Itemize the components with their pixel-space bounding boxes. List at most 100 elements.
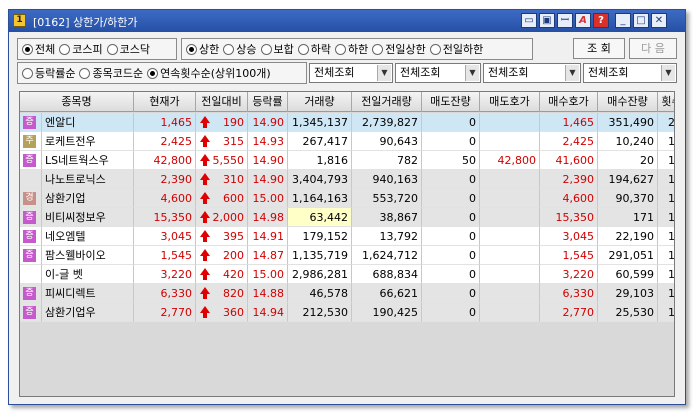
badge-cell	[20, 170, 42, 189]
cell-text: 2,390	[160, 173, 193, 186]
radio-market-all[interactable]: 전체	[22, 41, 55, 57]
radio-market-kospi[interactable]: 코스피	[59, 41, 103, 57]
cell-ask-price	[480, 303, 540, 322]
cell-change-rate: 14.94	[248, 303, 288, 322]
header-consecutive-count[interactable]: 횟수	[658, 92, 674, 112]
badge-cell: 증	[20, 151, 42, 170]
radio-price-flat[interactable]: 보합	[260, 41, 294, 57]
query-button[interactable]: 조 회	[573, 38, 625, 59]
minimize-icon[interactable]: _	[615, 13, 631, 28]
cell-bid-price: 3,220	[540, 265, 598, 284]
radio-price-lower[interactable]: 하한	[335, 41, 368, 57]
cell-current-price: 42,800	[134, 151, 196, 170]
cell-volume: 1,135,719	[288, 246, 352, 265]
cell-text: 14.98	[252, 211, 285, 224]
cell-bid-quantity: 291,051	[598, 246, 658, 265]
help-icon[interactable]: ?	[593, 13, 609, 28]
header-stock-name[interactable]: 종목명	[20, 92, 134, 112]
cell-change-rate: 14.91	[248, 227, 288, 246]
cell-change: 820	[196, 284, 248, 303]
radio-sort-rate[interactable]: 등락률순	[22, 65, 75, 81]
table-row[interactable]: 경 삼환기업 4,600 600 15.00 1,164,163 553,720 0 4,600…	[20, 189, 674, 208]
stock-status-badge: 경	[23, 192, 36, 205]
cell-text: 2,425	[562, 135, 595, 148]
radio-prev-upper[interactable]: 전일상한	[372, 41, 426, 57]
cell-bid-quantity: 351,490	[598, 113, 658, 132]
header-ask-price[interactable]: 매도호가	[480, 92, 540, 112]
cell-text: 3,220	[562, 268, 595, 281]
cell-text: 42,800	[497, 154, 537, 167]
table-row[interactable]: 증 팜스웰바이오 1,545 200 14.87 1,135,719 1,624,712 0 1…	[20, 246, 674, 265]
table-row[interactable]: 증 피씨디렉트 6,330 820 14.88 46,578 66,621 0 6,330 29,…	[20, 284, 674, 303]
radio-market-kosdaq[interactable]: 코스닥	[106, 41, 150, 57]
radio-price-rise[interactable]: 상승	[223, 41, 257, 57]
up-arrow-stem	[203, 141, 207, 147]
cell-ask-quantity: 0	[422, 265, 480, 284]
layout-icon[interactable]: ▭	[521, 13, 537, 28]
cell-volume: 2,986,281	[288, 265, 352, 284]
header-bid-price[interactable]: 매수호가	[540, 92, 598, 112]
cell-consecutive-count: 1	[658, 246, 674, 265]
table-row[interactable]: 이-글 벳 3,220 420 15.00 2,986,281 688,834 0 3,220…	[20, 265, 674, 284]
cell-consecutive-count: 2	[658, 113, 674, 132]
radio-sort-code[interactable]: 종목코드순	[79, 65, 143, 81]
window-icon[interactable]: ▣	[539, 13, 555, 28]
cell-text: 171	[633, 211, 654, 224]
cell-text: 3,220	[160, 268, 193, 281]
filter-select-1[interactable]: 전체조회 ▼	[309, 63, 393, 83]
cell-bid-price: 3,045	[540, 227, 598, 246]
cell-text: 2,425	[160, 135, 193, 148]
cell-change: 600	[196, 189, 248, 208]
filter-select-4[interactable]: 전체조회 ▼	[583, 63, 677, 83]
next-button[interactable]: 다 음	[629, 38, 677, 59]
table-row[interactable]: 증 LS네트웍스우 42,800 5,550 14.90 1,816 782 50 42,800…	[20, 151, 674, 170]
table-row[interactable]: 나노트로닉스 2,390 310 14.90 3,404,793 940,163 0 2,39…	[20, 170, 674, 189]
radio-prev-lower[interactable]: 전일하한	[429, 41, 483, 57]
close-icon[interactable]: ✕	[651, 13, 667, 28]
cell-text: LS네트웍스우	[45, 154, 109, 167]
cell-ask-price	[480, 132, 540, 151]
cell-change: 5,550	[196, 151, 248, 170]
radio-sort-consecutive[interactable]: 연속횟수순(상위100개)	[147, 65, 271, 81]
cell-text: 1	[668, 287, 675, 300]
badge-cell	[20, 265, 42, 284]
cell-text: 1	[668, 230, 675, 243]
header-bid-quantity[interactable]: 매수잔량	[598, 92, 658, 112]
cell-bid-price: 41,600	[540, 151, 598, 170]
cell-text: 0	[469, 116, 476, 129]
stock-status-badge: 증	[23, 306, 36, 319]
filter-select-2[interactable]: 전체조회 ▼	[395, 63, 481, 83]
pin-icon[interactable]: ꟷ	[557, 13, 573, 28]
title-bar: 1 [0162] 상한가/하한가 ▭ ▣ ꟷ A ? _ □ ✕	[9, 10, 685, 32]
window-title: [0162] 상한가/하한가	[33, 16, 138, 29]
cell-change: 395	[196, 227, 248, 246]
table-row[interactable]: 증 네오엠텔 3,045 395 14.91 179,152 13,792 0 3,045 22,…	[20, 227, 674, 246]
header-prev-volume[interactable]: 전일거래량	[352, 92, 422, 112]
stock-table[interactable]: 종목명현재가전일대비등락률거래량전일거래량매도잔량매도호가매수호가매수잔량횟수 …	[19, 91, 675, 397]
cell-bid-price: 1,545	[540, 246, 598, 265]
table-row[interactable]: 증 엔알디 1,465 190 14.90 1,345,137 2,739,827 0 1,46…	[20, 113, 674, 132]
cell-text: 1	[668, 135, 675, 148]
cell-text: 60,599	[615, 268, 655, 281]
cell-text: 2,986,281	[292, 268, 348, 281]
filter-select-3[interactable]: 전체조회 ▼	[483, 63, 581, 83]
header-volume[interactable]: 거래량	[288, 92, 352, 112]
cell-prev-volume: 1,624,712	[352, 246, 422, 265]
cell-text: 4,600	[562, 192, 595, 205]
table-row[interactable]: 증 비티씨정보우 15,350 2,000 14.98 63,442 38,867 0 15,3…	[20, 208, 674, 227]
header-change[interactable]: 전일대비	[196, 92, 248, 112]
cell-ask-quantity: 0	[422, 170, 480, 189]
table-row[interactable]: 증 삼환기업우 2,770 360 14.94 212,530 190,425 0 2,770 2…	[20, 303, 674, 322]
maximize-icon[interactable]: □	[633, 13, 649, 28]
cell-text: 14.94	[252, 306, 285, 319]
font-icon[interactable]: A	[575, 13, 591, 28]
header-change-rate[interactable]: 등락률	[248, 92, 288, 112]
radio-price-upper[interactable]: 상한	[186, 41, 219, 57]
cell-text: 2,739,827	[362, 116, 418, 129]
cell-text: 1,624,712	[362, 249, 418, 262]
header-ask-quantity[interactable]: 매도잔량	[422, 92, 480, 112]
table-row[interactable]: 주 로케트전우 2,425 315 14.93 267,417 90,643 0 2,425 10…	[20, 132, 674, 151]
radio-price-fall[interactable]: 하락	[297, 41, 331, 57]
cell-text: 6,330	[562, 287, 595, 300]
header-current-price[interactable]: 현재가	[134, 92, 196, 112]
